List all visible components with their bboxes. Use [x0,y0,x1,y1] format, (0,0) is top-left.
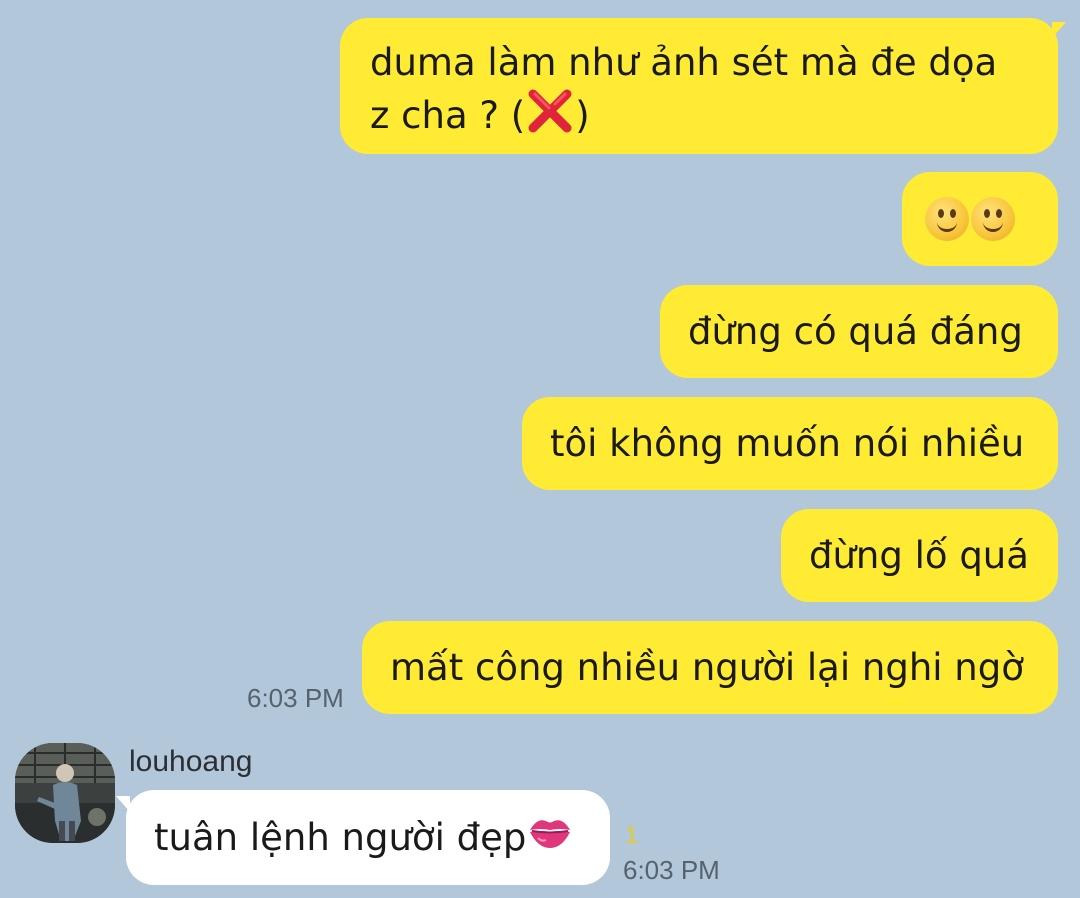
sent-message-bubble[interactable]: tôi không muốn nói nhiều [522,397,1058,490]
message-text: đừng lố quá [809,533,1029,577]
message-text: mất công nhiều người lại nghi ngờ [390,645,1024,689]
unread-count: 1 [625,822,639,849]
sender-avatar[interactable] [15,743,115,843]
sent-message-bubble[interactable]: đừng có quá đáng [660,285,1058,378]
message-text: tuân lệnh người đẹp [154,815,527,859]
profile-photo-icon [15,743,115,843]
sent-message-bubble[interactable]: đừng lố quá [781,509,1058,602]
sent-message-bubble[interactable]: duma làm như ảnh sét mà đe dọa z cha ? (… [340,18,1058,154]
message-timestamp: 6:03 PM [247,683,344,713]
message-text-suffix: ) [575,94,590,137]
cross-mark-icon [525,88,575,134]
message-text: duma làm như ảnh sét mà đe dọa z cha ? ( [370,41,998,137]
bubble-tail [1052,22,1066,38]
sent-message-bubble[interactable]: mất công nhiều người lại nghi ngờ [362,621,1058,714]
slightly-smiling-face-icon [971,197,1015,241]
kiss-mark-icon [528,813,572,863]
sender-name: louhoang [129,745,253,778]
slightly-smiling-face-icon [925,197,969,241]
sent-message-bubble[interactable] [902,172,1058,266]
message-text: tôi không muốn nói nhiều [550,421,1025,465]
message-timestamp: 6:03 PM [623,855,720,885]
received-message-bubble[interactable]: tuân lệnh người đẹp [126,790,610,885]
message-text: đừng có quá đáng [688,309,1023,353]
